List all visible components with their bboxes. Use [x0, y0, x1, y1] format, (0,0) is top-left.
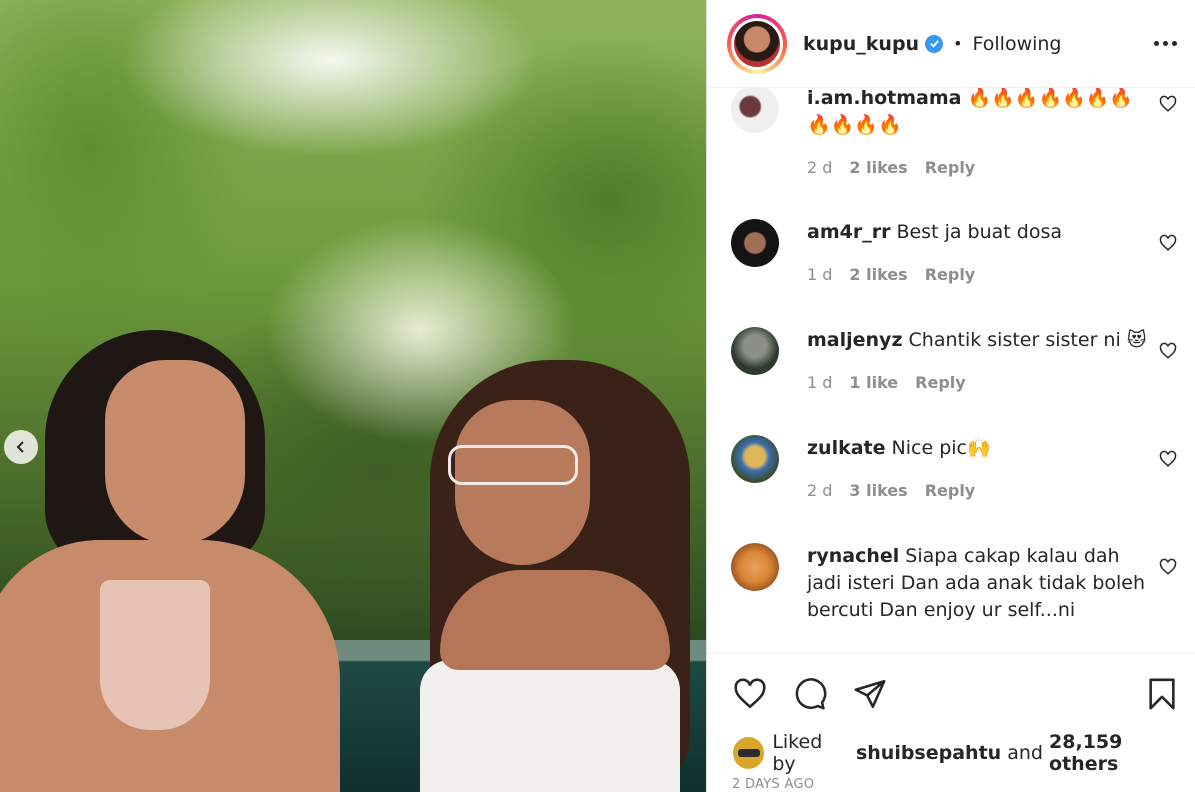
bookmark-icon	[1149, 678, 1175, 710]
heart-icon[interactable]	[1159, 342, 1177, 360]
username[interactable]: kupu_kupu	[803, 33, 919, 55]
heart-icon[interactable]	[1159, 450, 1177, 468]
comment-avatar[interactable]	[731, 435, 779, 483]
post-date[interactable]: 2 DAYS AGO	[707, 771, 1195, 792]
comment-text: Nice pic🙌	[891, 437, 991, 459]
comment-avatar[interactable]	[731, 327, 779, 375]
comment-likes[interactable]: 2 likes	[849, 158, 907, 177]
likes-summary: Liked by shuibsepahtu and 28,159 others	[707, 731, 1195, 775]
comment-item: am4r_rr Best ja buat dosa 1 d 2 likes Rep…	[731, 219, 1181, 284]
comment-item: rynachel Siapa cakap kalau dah jadi ister…	[731, 543, 1181, 624]
post-photo[interactable]	[0, 0, 706, 792]
more-horizontal-icon[interactable]	[1154, 41, 1177, 46]
save-button[interactable]	[1143, 675, 1181, 713]
heart-icon	[734, 678, 766, 709]
comment-avatar[interactable]	[731, 219, 779, 267]
reply-button[interactable]: Reply	[915, 373, 966, 392]
comment-likes[interactable]: 2 likes	[849, 265, 907, 284]
comment-time[interactable]: 2 d	[807, 481, 832, 500]
liker-avatar[interactable]	[733, 737, 765, 769]
comment-avatar[interactable]	[731, 88, 779, 133]
avatar[interactable]	[727, 13, 787, 74]
chevron-left-icon	[16, 441, 24, 453]
person-left-face	[105, 360, 245, 545]
send-icon	[854, 679, 886, 709]
post-header: kupu_kupu • Following	[707, 0, 1195, 88]
reply-button[interactable]: Reply	[925, 265, 976, 284]
reply-button[interactable]: Reply	[925, 481, 976, 500]
previous-photo-button[interactable]	[4, 430, 38, 464]
separator-dot: •	[953, 34, 963, 53]
comment-username[interactable]: rynachel	[807, 545, 899, 567]
post-sidebar: kupu_kupu • Following i.am.hotmama 🔥🔥🔥🔥🔥🔥…	[706, 0, 1195, 792]
likes-middle: and	[1007, 742, 1043, 764]
comment-text: Chantik sister sister ni 😻	[908, 329, 1147, 351]
glasses	[448, 445, 578, 485]
comment-time[interactable]: 1 d	[807, 265, 832, 284]
comment-username[interactable]: zulkate	[807, 437, 886, 459]
action-bar	[707, 653, 1195, 735]
comment-item: i.am.hotmama 🔥🔥🔥🔥🔥🔥🔥🔥🔥🔥🔥 2 d 2 likes Repl…	[731, 88, 1181, 177]
comment-time[interactable]: 2 d	[807, 158, 832, 177]
share-button[interactable]	[851, 675, 889, 713]
comment-time[interactable]: 1 d	[807, 373, 832, 392]
comment-item: maljenyz Chantik sister sister ni 😻 1 d 1…	[731, 327, 1181, 392]
like-button[interactable]	[731, 675, 769, 713]
comment-icon	[795, 678, 827, 710]
comment-button[interactable]	[791, 675, 829, 713]
liker-username[interactable]: shuibsepahtu	[856, 742, 1001, 764]
likes-prefix: Liked by	[772, 731, 823, 775]
heart-icon[interactable]	[1159, 558, 1177, 576]
comment-username[interactable]: maljenyz	[807, 329, 903, 351]
comment-username[interactable]: i.am.hotmama	[807, 88, 961, 109]
verified-badge-icon	[925, 34, 944, 53]
comment-item: zulkate Nice pic🙌 2 d 3 likes Reply	[731, 435, 1181, 500]
reply-button[interactable]: Reply	[925, 158, 976, 177]
person-right-body	[440, 570, 670, 670]
comment-username[interactable]: am4r_rr	[807, 221, 890, 243]
likes-others[interactable]: 28,159 others	[1049, 731, 1195, 775]
comments-list[interactable]: i.am.hotmama 🔥🔥🔥🔥🔥🔥🔥🔥🔥🔥🔥 2 d 2 likes Repl…	[707, 88, 1195, 653]
heart-icon[interactable]	[1159, 234, 1177, 252]
person-right-top	[420, 660, 680, 792]
person-left-top	[100, 580, 210, 730]
comment-text: Best ja buat dosa	[896, 221, 1062, 243]
following-button[interactable]: Following	[973, 33, 1062, 55]
comment-likes[interactable]: 3 likes	[849, 481, 907, 500]
comment-avatar[interactable]	[731, 543, 779, 591]
comment-likes[interactable]: 1 like	[849, 373, 898, 392]
heart-icon[interactable]	[1159, 95, 1177, 113]
